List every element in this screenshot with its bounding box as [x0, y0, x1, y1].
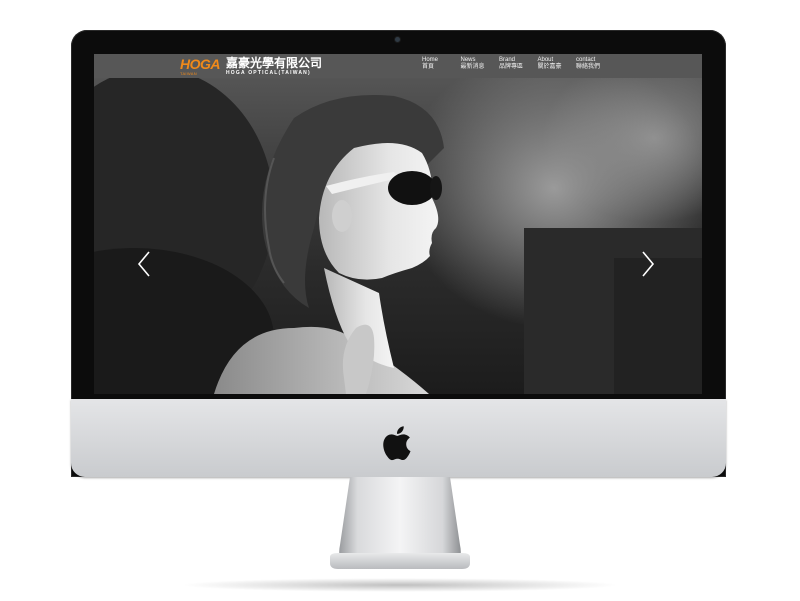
- company-name-cn: 嘉豪光學有限公司: [226, 56, 323, 70]
- nav-label-zh: 品牌專區: [499, 64, 524, 70]
- site-header: HOGA TAIWAN 嘉豪光學有限公司 HOGA OPTICAL(TAIWAN…: [94, 54, 702, 78]
- apple-logo-icon: [383, 426, 411, 461]
- logo-sub: TAIWAN: [180, 71, 197, 76]
- chevron-right-icon[interactable]: [640, 250, 656, 278]
- stand-shadow: [180, 578, 620, 592]
- nav-label-zh: 最新消息: [460, 64, 485, 70]
- camera-icon: [395, 37, 400, 42]
- nav-label-en: News: [460, 57, 476, 63]
- nav-item-contact[interactable]: contact 聯絡我們: [576, 57, 615, 71]
- nav-label-en: contact: [576, 57, 596, 63]
- nav-label-zh: 關於嘉豪: [537, 64, 562, 70]
- nav-label-zh: 首頁: [422, 64, 435, 70]
- imac-stand: [330, 477, 470, 569]
- logo-mark: HOGA: [180, 56, 221, 72]
- nav-label-en: Home: [422, 57, 439, 63]
- hero-image-woman-sunglasses: [94, 78, 702, 394]
- hero-slider[interactable]: [94, 78, 702, 394]
- nav-item-brand[interactable]: Brand 品牌專區: [499, 57, 538, 71]
- nav-item-about[interactable]: About 關於嘉豪: [538, 57, 577, 71]
- nav-label-zh: 聯絡我們: [576, 64, 601, 70]
- nav-item-home[interactable]: Home 首頁: [422, 57, 461, 71]
- nav-item-news[interactable]: News 最新消息: [461, 57, 500, 71]
- nav-label-en: About: [537, 57, 554, 63]
- browser-screen: HOGA TAIWAN 嘉豪光學有限公司 HOGA OPTICAL(TAIWAN…: [94, 54, 702, 394]
- nav-label-en: Brand: [499, 57, 516, 63]
- main-nav: Home 首頁 News 最新消息 Brand 品牌專區 About 關於嘉豪 …: [422, 57, 615, 71]
- company-name-en: HOGA OPTICAL(TAIWAN): [226, 70, 311, 76]
- site-logo[interactable]: HOGA TAIWAN 嘉豪光學有限公司 HOGA OPTICAL(TAIWAN…: [180, 57, 330, 77]
- chevron-left-icon[interactable]: [136, 250, 152, 278]
